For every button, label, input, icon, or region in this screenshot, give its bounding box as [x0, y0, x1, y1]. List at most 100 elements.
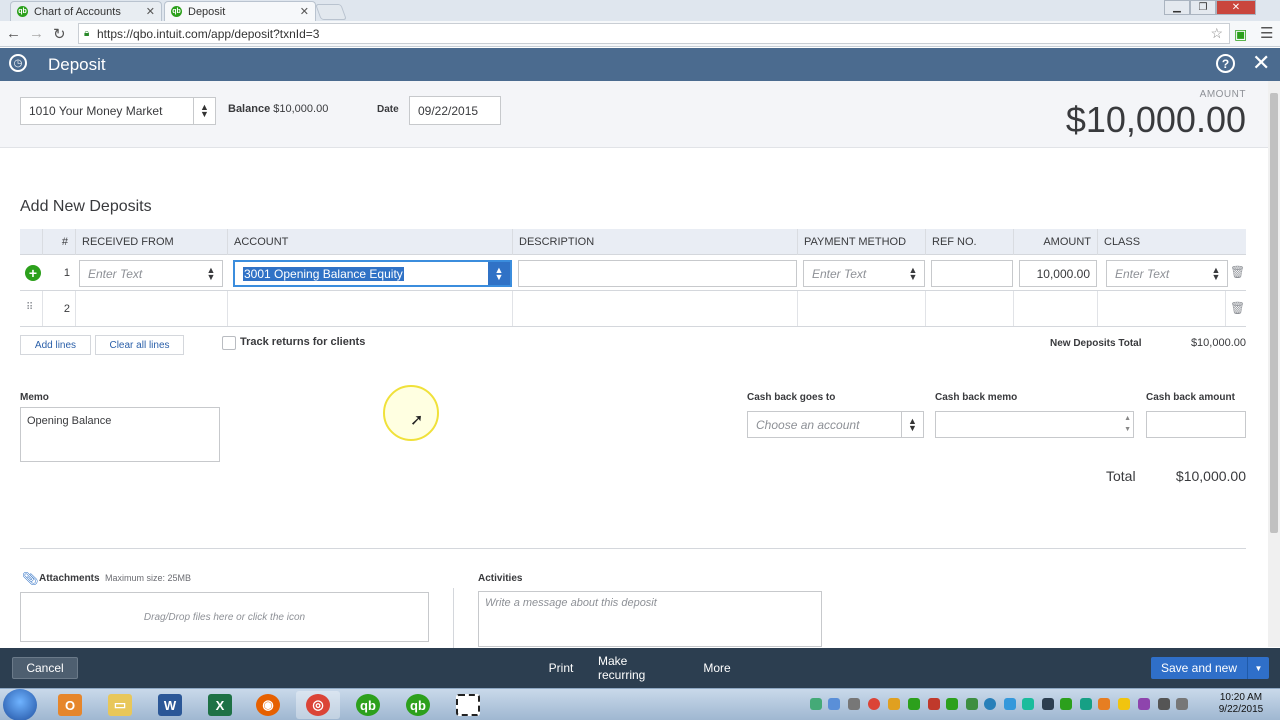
tray-icon[interactable] — [1022, 698, 1034, 710]
tab-deposit[interactable]: qb Deposit ✕ — [164, 1, 316, 21]
close-window-button[interactable]: ✕ — [1216, 0, 1256, 15]
back-arrow-icon[interactable]: ← — [6, 25, 21, 42]
cancel-button[interactable]: Cancel — [12, 657, 78, 679]
lock-icon: 🔒︎ — [84, 28, 90, 39]
delete-row-icon[interactable]: 🗑︎ — [1230, 265, 1245, 279]
tray-icon[interactable] — [1138, 698, 1150, 710]
description-input[interactable] — [518, 260, 797, 287]
amount-input[interactable]: 10,000.00 — [1019, 260, 1097, 287]
tab-chart-of-accounts[interactable]: qb Chart of Accounts ✕ — [10, 1, 162, 21]
cash-back-amount-input[interactable] — [1146, 411, 1246, 438]
tray-icon[interactable] — [1098, 698, 1110, 710]
delete-row-icon[interactable]: 🗑︎ — [1230, 301, 1245, 315]
folder-icon: ▭ — [108, 694, 132, 716]
date-input[interactable]: 09/22/2015 — [409, 96, 501, 125]
tray-icon[interactable] — [1042, 698, 1054, 710]
address-bar[interactable]: 🔒︎ https://qbo.intuit.com/app/deposit?tx… — [78, 23, 1230, 44]
date-label: Date — [377, 104, 399, 115]
account-select[interactable]: 3001 Opening Balance Equity ▲ ▼ — [233, 260, 512, 287]
tray-icon[interactable] — [928, 698, 940, 710]
taskbar-firefox[interactable]: ◉ — [246, 691, 290, 719]
cash-back-amount-label: Cash back amount — [1146, 392, 1235, 403]
add-lines-button[interactable]: Add lines — [20, 335, 91, 355]
paperclip-icon[interactable]: 📎︎ — [22, 571, 39, 587]
tray-icon[interactable] — [1060, 698, 1072, 710]
tray-icon[interactable] — [984, 698, 996, 710]
vertical-scrollbar[interactable] — [1268, 81, 1280, 647]
attachments-max-size: Maximum size: 25MB — [105, 573, 192, 583]
taskbar-word[interactable]: W — [148, 691, 192, 719]
memo-textarea[interactable]: Opening Balance — [20, 407, 220, 462]
tray-icon[interactable] — [1118, 698, 1130, 710]
chevron-down-icon[interactable]: ▼ — [1247, 657, 1269, 679]
forward-arrow-icon[interactable]: → — [29, 25, 44, 42]
tray-icon[interactable] — [888, 698, 900, 710]
vertical-divider — [453, 588, 454, 648]
restore-window-button[interactable]: ❐ — [1190, 0, 1216, 15]
taskbar-excel[interactable]: X — [198, 691, 242, 719]
save-and-new-button[interactable]: Save and new ▼ — [1151, 657, 1269, 679]
cell-divider — [512, 291, 513, 326]
taskbar-outlook[interactable]: O — [48, 691, 92, 719]
tray-icon[interactable] — [848, 698, 860, 710]
select-arrows-icon: ▲ ▼ — [908, 264, 918, 282]
minimize-window-button[interactable]: ▁ — [1164, 0, 1190, 15]
select-arrows-icon: ▲ ▼ — [1211, 264, 1221, 282]
ref-no-input[interactable] — [931, 260, 1013, 287]
cell-divider — [1097, 291, 1098, 326]
tray-icon[interactable] — [828, 698, 840, 710]
deposit-account-select[interactable]: 1010 Your Money Market ▲ ▼ — [20, 97, 216, 125]
tray-icon[interactable] — [946, 698, 958, 710]
tray-icon[interactable] — [868, 698, 880, 710]
select-arrows-icon: ▲ ▼ — [488, 262, 510, 285]
bookmark-star-icon[interactable]: ☆ — [1210, 25, 1223, 42]
tab-close-icon[interactable]: ✕ — [146, 5, 155, 18]
cash-back-memo-input[interactable]: ▲ ▼ — [935, 411, 1134, 438]
tab-close-icon[interactable]: ✕ — [300, 5, 309, 18]
track-returns-checkbox[interactable] — [222, 336, 236, 350]
clear-all-lines-button[interactable]: Clear all lines — [95, 335, 184, 355]
tray-icon[interactable] — [810, 698, 822, 710]
taskbar-chrome[interactable]: ◎ — [296, 691, 340, 719]
table-row[interactable]: + 1 Enter Text ▲ ▼ 3001 Opening Balance E… — [20, 255, 1246, 291]
class-select[interactable]: Enter Text ▲ ▼ — [1106, 260, 1228, 287]
attachments-label: Attachments — [39, 573, 100, 584]
reload-icon[interactable]: ↻ — [53, 25, 66, 43]
new-tab-button[interactable] — [315, 4, 347, 20]
system-clock[interactable]: 10:20 AM 9/22/2015 — [1208, 692, 1274, 716]
drag-handle-icon[interactable]: ⠿ — [26, 302, 33, 313]
tray-icon[interactable] — [908, 698, 920, 710]
help-icon[interactable]: ? — [1216, 54, 1235, 73]
tray-icon[interactable] — [966, 698, 978, 710]
taskbar-quickbooks-2[interactable]: qb — [396, 691, 440, 719]
taskbar-quickbooks[interactable]: qb — [346, 691, 390, 719]
menu-icon[interactable]: ☰ — [1260, 24, 1273, 42]
attachments-dropzone[interactable]: Drag/Drop files here or click the icon — [20, 592, 429, 642]
scroll-thumb[interactable] — [1270, 93, 1278, 533]
taskbar-snipping-tool[interactable] — [446, 691, 490, 719]
payment-method-select[interactable]: Enter Text ▲ ▼ — [803, 260, 925, 287]
taskbar-explorer[interactable]: ▭ — [98, 691, 142, 719]
make-recurring-button[interactable]: Make recurring — [598, 654, 678, 682]
more-button[interactable]: More — [700, 657, 734, 679]
tab-label: Deposit — [188, 5, 226, 18]
print-button[interactable]: Print — [545, 657, 577, 679]
quickbooks-favicon-icon: qb — [171, 6, 182, 17]
outlook-icon: O — [58, 694, 82, 716]
activities-textarea[interactable]: Write a message about this deposit — [478, 591, 822, 647]
add-row-icon[interactable]: + — [25, 265, 41, 281]
start-button[interactable] — [3, 689, 37, 720]
close-icon[interactable]: ✕ — [1252, 50, 1270, 76]
tray-icon[interactable] — [1080, 698, 1092, 710]
table-row[interactable]: ⠿ 2 🗑︎ — [20, 291, 1246, 327]
tray-icon[interactable] — [1158, 698, 1170, 710]
tray-icon[interactable] — [1004, 698, 1016, 710]
track-returns-label: Track returns for clients — [240, 336, 366, 348]
cash-back-account-select[interactable]: Choose an account ▲ ▼ — [747, 411, 924, 438]
recent-transactions-icon[interactable]: ◷ — [9, 54, 27, 72]
received-from-select[interactable]: Enter Text ▲ ▼ — [79, 260, 223, 287]
page-title: Deposit — [48, 55, 106, 74]
volume-icon[interactable] — [1176, 698, 1188, 710]
extension-icon[interactable]: ▣ — [1234, 26, 1247, 43]
save-and-new-label: Save and new — [1160, 661, 1238, 675]
